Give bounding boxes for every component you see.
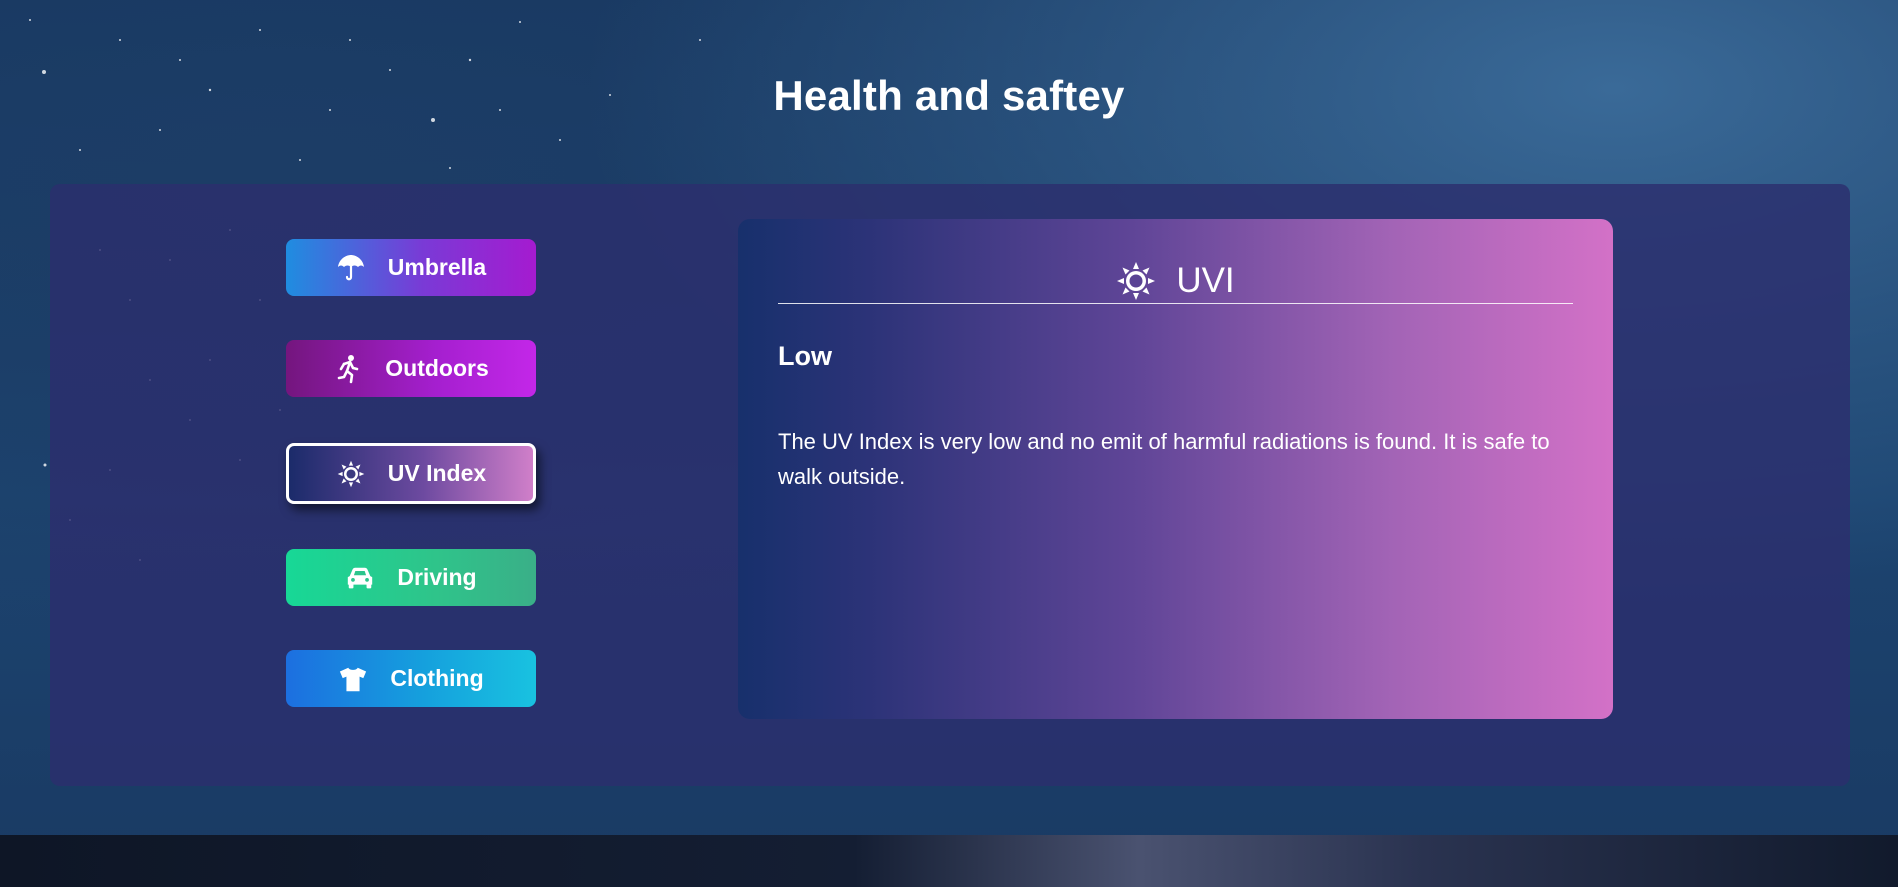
umbrella-icon <box>336 253 366 283</box>
driving-button[interactable]: Driving <box>286 549 536 606</box>
t-shirt-icon <box>338 664 368 694</box>
footer-strip <box>0 835 1898 887</box>
uv-level: Low <box>778 341 832 371</box>
outdoors-button[interactable]: Outdoors <box>286 340 536 397</box>
card-header: UVI <box>778 259 1573 304</box>
clothing-button-label: Clothing <box>390 665 484 691</box>
uv-detail-card: UVI Low The UV Index is very low and no … <box>738 219 1613 719</box>
outdoors-button-label: Outdoors <box>385 355 489 381</box>
running-person-icon <box>333 354 363 384</box>
umbrella-button-label: Umbrella <box>387 254 487 280</box>
car-icon <box>345 563 375 593</box>
page-title: Health and saftey <box>773 72 1125 119</box>
umbrella-button[interactable]: Umbrella <box>286 239 536 296</box>
sun-icon <box>1116 261 1156 301</box>
uv-description: The UV Index is very low and no emit of … <box>778 429 1550 489</box>
driving-button-label: Driving <box>397 564 477 590</box>
clothing-button[interactable]: Clothing <box>286 650 536 707</box>
uv-index-button-label: UV Index <box>387 460 487 486</box>
card-title: UVI <box>1176 261 1235 300</box>
sun-icon <box>336 459 366 489</box>
uv-index-button[interactable]: UV Index <box>286 443 536 504</box>
